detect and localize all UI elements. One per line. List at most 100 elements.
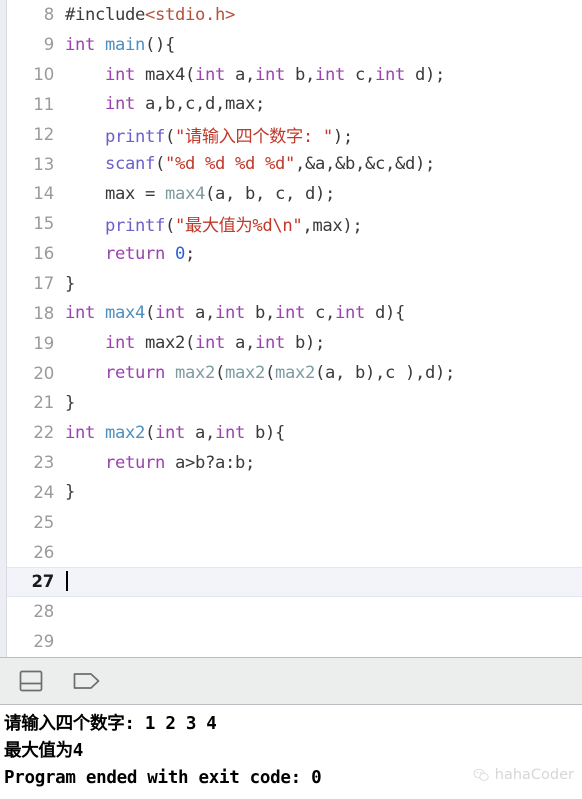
filter-tag-icon[interactable] xyxy=(72,666,102,696)
watermark: hahaCoder xyxy=(473,767,574,783)
code-line[interactable]: 20 return max2(max2(max2(a, b),c ),d); xyxy=(7,358,582,388)
code-line[interactable]: 17} xyxy=(7,269,582,299)
code-token: int xyxy=(375,64,415,85)
line-content[interactable]: printf("请输入四个数字: "); xyxy=(63,122,582,147)
line-number: 15 xyxy=(33,214,54,234)
code-token: int xyxy=(255,64,295,85)
code-token: printf xyxy=(105,126,165,147)
line-content[interactable]: int a,b,c,d,max; xyxy=(63,94,582,114)
code-line[interactable]: 27 xyxy=(7,567,582,597)
line-number: 8 xyxy=(43,5,55,25)
code-line[interactable]: 10 int max4(int a,int b,int c,int d); xyxy=(7,60,582,90)
line-content[interactable]: scanf("%d %d %d %d",&a,&b,&c,&d); xyxy=(63,154,582,174)
code-token: max2( xyxy=(145,333,195,354)
code-token: ( xyxy=(145,303,155,324)
code-token: a, xyxy=(195,303,215,324)
code-token: max = xyxy=(65,183,165,204)
code-token: int xyxy=(155,422,195,443)
code-line[interactable]: 14 max = max4(a, b, c, d); xyxy=(7,179,582,209)
code-line[interactable]: 21} xyxy=(7,388,582,418)
line-content[interactable]: } xyxy=(63,482,582,502)
code-token: scanf xyxy=(105,154,155,175)
code-token: max2 xyxy=(224,363,265,384)
code-token: int xyxy=(105,94,145,115)
watermark-text: hahaCoder xyxy=(494,767,574,783)
code-line[interactable]: 23 return a>b?a:b; xyxy=(7,448,582,478)
code-line[interactable]: 13 scanf("%d %d %d %d",&a,&b,&c,&d); xyxy=(7,149,582,179)
code-token: ,&a,&b,&c,&d); xyxy=(294,154,435,175)
line-content[interactable]: #include<stdio.h> xyxy=(63,5,582,25)
code-line[interactable]: 22 int max2(int a,int b){ xyxy=(7,418,582,448)
code-token: a>b?a:b; xyxy=(174,452,255,473)
code-editor-pane[interactable]: 8 #include<stdio.h> 9 int main(){10 int max… xyxy=(0,0,582,657)
code-lines-container[interactable]: 8 #include<stdio.h> 9 int main(){10 int max… xyxy=(7,0,582,657)
line-content[interactable]: return max2(max2(max2(a, b),c ),d); xyxy=(63,363,582,383)
line-number: 17 xyxy=(33,274,54,294)
code-token: } xyxy=(65,482,75,503)
code-token: return xyxy=(105,363,175,384)
code-line[interactable]: 15 printf("最大值为%d\n",max); xyxy=(7,209,582,239)
code-line[interactable]: 19 int max2(int a,int b); xyxy=(7,328,582,358)
console-output-pane[interactable]: 请输入四个数字: 1 2 3 4 最大值为4 Program ended with … xyxy=(0,705,582,799)
code-token: d); xyxy=(415,64,445,85)
code-token: max4( xyxy=(145,64,195,85)
code-token: } xyxy=(65,273,75,294)
line-content[interactable]: int max2(int a,int b){ xyxy=(63,423,582,443)
line-number: 12 xyxy=(33,124,54,144)
code-line[interactable]: 24} xyxy=(7,478,582,508)
code-token: "%d %d %d %d" xyxy=(165,154,295,175)
code-line[interactable]: 26 xyxy=(7,537,582,567)
line-content[interactable] xyxy=(63,571,582,592)
line-content[interactable]: int main(){ xyxy=(63,35,582,55)
line-content[interactable]: max = max4(a, b, c, d); xyxy=(63,184,582,204)
code-line[interactable]: 8 #include<stdio.h> xyxy=(7,0,582,30)
line-content[interactable]: int max4(int a,int b,int c,int d){ xyxy=(63,303,582,323)
code-line[interactable]: 9 int main(){ xyxy=(7,30,582,60)
code-token: main xyxy=(105,34,145,55)
code-token: ( xyxy=(214,363,225,384)
console-line: 请输入四个数字: 1 2 3 4 xyxy=(4,714,217,734)
code-line[interactable]: 16 return 0; xyxy=(7,239,582,269)
code-line[interactable]: 12 printf("请输入四个数字: "); xyxy=(7,119,582,149)
line-content[interactable]: return 0; xyxy=(63,244,582,264)
code-token: (a, b),c ),d); xyxy=(314,363,455,384)
line-number: 11 xyxy=(33,94,54,114)
line-content[interactable]: int max4(int a,int b,int c,int d); xyxy=(63,65,582,85)
line-number: 18 xyxy=(33,303,54,323)
code-token: ( xyxy=(165,126,175,147)
code-token: int xyxy=(195,333,235,354)
line-content[interactable]: } xyxy=(63,393,582,413)
code-token: #include xyxy=(65,4,145,25)
code-line[interactable]: 28 xyxy=(7,597,582,627)
split-panel-glyph xyxy=(19,670,43,692)
code-line[interactable]: 11 int a,b,c,d,max; xyxy=(7,90,582,120)
line-number: 16 xyxy=(33,244,54,264)
code-token: "最大值为%d\n" xyxy=(175,216,303,237)
code-token: "请输入四个数字: " xyxy=(175,126,333,147)
code-line[interactable]: 29 xyxy=(7,627,582,657)
code-token: int xyxy=(65,34,105,55)
code-token: int xyxy=(105,64,145,85)
code-token: ( xyxy=(264,363,275,384)
line-content[interactable]: } xyxy=(63,274,582,294)
wechat-icon xyxy=(473,768,489,781)
code-token: return xyxy=(105,452,175,473)
code-token: ); xyxy=(332,126,353,147)
code-line[interactable]: 25 xyxy=(7,507,582,537)
debug-bar xyxy=(0,657,582,705)
split-panel-icon[interactable] xyxy=(16,666,46,696)
line-content[interactable]: int max2(int a,int b); xyxy=(63,333,582,353)
code-token: return xyxy=(105,243,175,264)
line-content[interactable]: printf("最大值为%d\n",max); xyxy=(63,211,582,236)
code-token: b); xyxy=(295,333,325,354)
line-content[interactable]: return a>b?a:b; xyxy=(63,453,582,473)
code-line[interactable]: 18 int max4(int a,int b,int c,int d){ xyxy=(7,298,582,328)
line-number: 23 xyxy=(33,453,54,473)
line-number: 29 xyxy=(33,632,54,652)
code-token: int xyxy=(335,303,375,324)
